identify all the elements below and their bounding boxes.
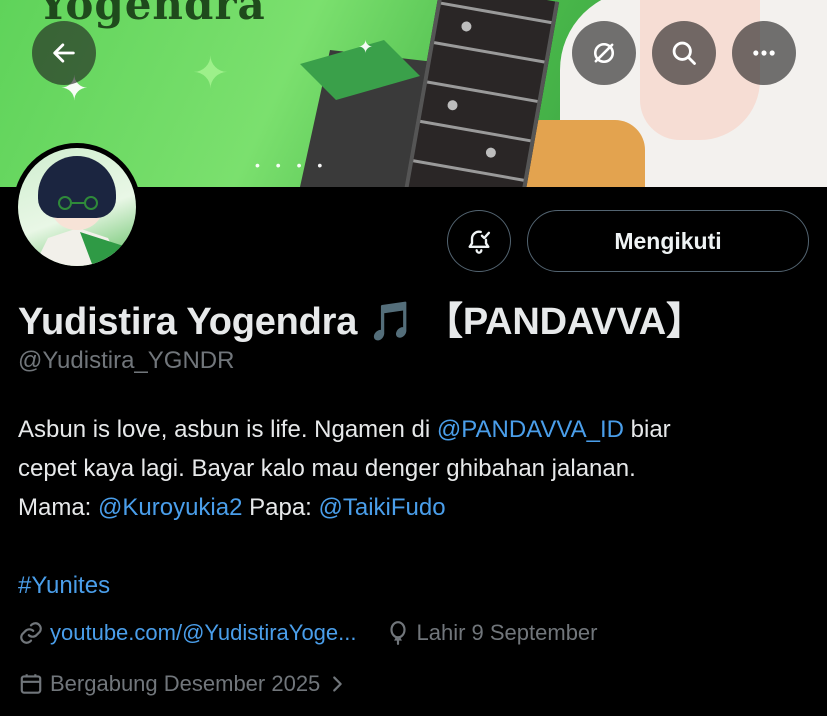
bio-line-2: cepet kaya lagi. Bayar kalo mau denger g…: [18, 455, 636, 482]
search-icon: [672, 41, 696, 65]
arrow-left-icon: [53, 43, 75, 63]
bio-line-hashtag: #Yunites: [18, 566, 808, 605]
notifications-button[interactable]: [447, 210, 511, 272]
grok-icon: [593, 42, 615, 64]
joined-date-text: Bergabung Desember 2025: [50, 671, 321, 696]
chevron-right-icon: [333, 676, 343, 692]
display-name: Yudistira Yogendra 🎵 【PANDAVVA】: [18, 301, 704, 343]
glasses-icon: [58, 196, 98, 210]
sparkle-icon: ✦: [192, 49, 229, 98]
mention-link[interactable]: @Kuroyukia2: [98, 494, 242, 521]
profile-bio: Asbun is love, asbun is life. Ngamen di …: [18, 410, 808, 605]
balloon-icon: [389, 621, 406, 645]
link-icon: [20, 622, 42, 644]
birthday-text: Lahir 9 September: [416, 620, 598, 645]
dots-decoration: • • • •: [255, 157, 329, 173]
more-options-button[interactable]: [732, 21, 796, 85]
avatar[interactable]: [13, 143, 141, 271]
mention-link[interactable]: @PANDAVVA_ID: [437, 416, 624, 443]
calendar-icon: [20, 674, 42, 694]
back-button[interactable]: [32, 21, 96, 85]
bio-text: biar: [623, 416, 671, 443]
profile-meta-row: youtube.com/@YudistiraYoge... Lahir 9 Se…: [18, 620, 598, 646]
mention-link[interactable]: @TaikiFudo: [319, 494, 446, 521]
grok-button[interactable]: [572, 21, 636, 85]
more-horizontal-icon: [753, 50, 775, 56]
bio-line-1: Asbun is love, asbun is life. Ngamen di …: [18, 410, 808, 449]
bell-check-icon: [468, 230, 491, 254]
search-button[interactable]: [652, 21, 716, 85]
username-handle: @Yudistira_YGNDR: [18, 347, 235, 374]
sparkle-icon: ✦: [358, 37, 374, 57]
joined-date-row[interactable]: Bergabung Desember 2025: [18, 671, 354, 697]
bio-line-3: Mama: @Kuroyukia2 Papa: @TaikiFudo: [18, 488, 808, 527]
hashtag-link[interactable]: #Yunites: [18, 572, 110, 599]
website-link[interactable]: youtube.com/@YudistiraYoge...: [50, 620, 357, 646]
bio-text: Asbun is love, asbun is life. Ngamen di: [18, 416, 437, 443]
bio-text: Mama:: [18, 494, 99, 521]
following-button[interactable]: Mengikuti: [527, 210, 809, 272]
bio-text: Papa:: [242, 494, 319, 521]
